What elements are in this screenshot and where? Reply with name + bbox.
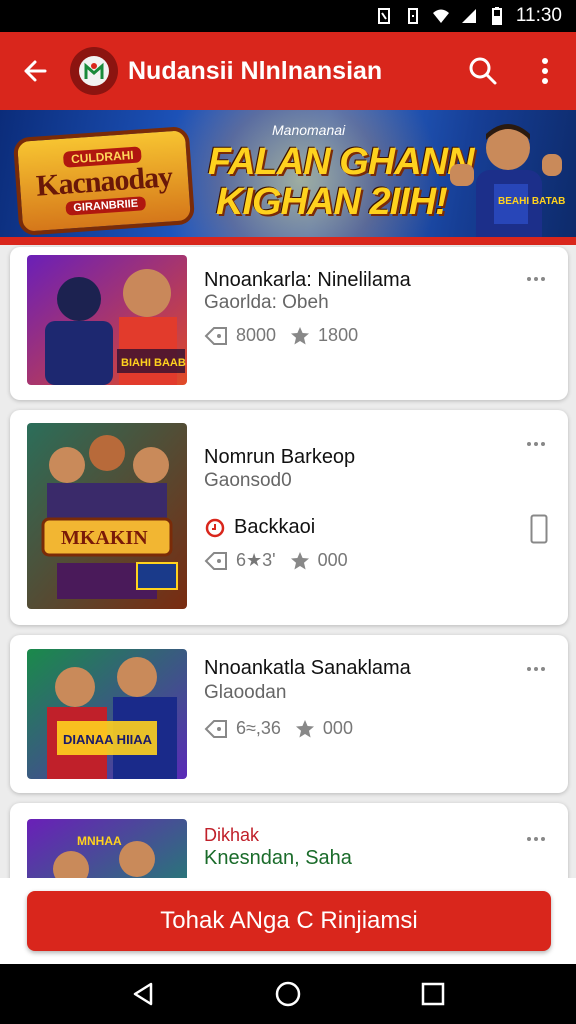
list-item[interactable]: MKAKIN Nomrun Barkeop Gaonsod0 Backkaoi … xyxy=(10,410,568,625)
star-icon xyxy=(290,551,309,569)
status-time: 11:30 xyxy=(515,5,562,26)
back-button[interactable] xyxy=(0,32,70,110)
item-more-button[interactable] xyxy=(524,659,548,679)
thumb-caption: MNHAA xyxy=(77,834,122,848)
game-thumbnail: MKAKIN xyxy=(27,423,187,609)
promo-banner[interactable]: CULDRAHI Kacnaoday GIRANBRIIE Manomanai … xyxy=(0,110,576,245)
item-stat-secondary: 000 xyxy=(322,718,353,738)
wifi-icon xyxy=(432,9,449,23)
banner-logo-main-text: Kacnaoday xyxy=(35,160,174,203)
item-title: Nnoankarla: Ninelilama xyxy=(204,269,411,291)
app-bar: Nudansii Nlnlnansian xyxy=(0,32,576,110)
thumb-caption: MKAKIN xyxy=(61,527,148,549)
item-more-button[interactable] xyxy=(524,434,548,454)
banner-player-badge: BEAHI BATAB xyxy=(498,196,565,207)
game-thumbnail: DIANAA HIIAA xyxy=(27,649,187,779)
nav-recents-icon[interactable] xyxy=(419,980,447,1008)
item-stat-primary: 8000 xyxy=(236,325,277,345)
primary-cta-button[interactable]: Tohak ANga C Rinjiamsi xyxy=(27,891,551,951)
item-link-label: Backkaoi xyxy=(234,516,316,538)
logo-emblem-icon xyxy=(84,62,104,79)
overflow-menu-button[interactable] xyxy=(514,32,576,110)
search-icon xyxy=(469,57,497,85)
nfc-icon xyxy=(377,8,390,24)
banner-headline: FALAN GHANN KIGHAN 2IIH! xyxy=(208,141,475,223)
item-meta: 8000 1800 xyxy=(204,325,358,346)
app-logo xyxy=(70,47,118,95)
system-nav-bar xyxy=(0,964,576,1024)
nav-home-icon[interactable] xyxy=(274,980,302,1008)
search-button[interactable] xyxy=(452,32,514,110)
banner-headline-line2: KIGHAN 2IIH! xyxy=(216,181,448,223)
item-stat-primary: 6★3' xyxy=(236,550,276,570)
vibrate-icon xyxy=(407,8,418,24)
game-thumbnail: BIAHI BAAB xyxy=(27,255,187,385)
item-title: Nnoankatla Sanaklama xyxy=(204,657,411,679)
tag-icon xyxy=(204,551,227,570)
list-item[interactable]: DIANAA HIIAA Nnoankatla Sanaklama Glaood… xyxy=(10,635,568,793)
item-meta: 6★3' 000 xyxy=(204,550,348,571)
banner-small-text: Manomanai xyxy=(272,122,346,138)
item-subtitle: Gaorlda: Obeh xyxy=(204,292,329,313)
item-stat-primary: 6≈,36 xyxy=(236,718,281,738)
item-stat-secondary: 1800 xyxy=(318,325,359,345)
item-subtitle: Knesndan, Saha xyxy=(204,847,352,869)
thumb-caption: BIAHI BAAB xyxy=(121,357,186,369)
app-title: Nudansii Nlnlnansian xyxy=(128,56,383,85)
star-icon xyxy=(295,719,314,737)
item-title: Nomrun Barkeop xyxy=(204,446,356,468)
device-icon[interactable] xyxy=(530,514,548,544)
item-meta: 6≈,36 000 xyxy=(204,718,353,739)
thumb-caption: DIANAA HIIAA xyxy=(63,732,153,747)
arrow-back-icon xyxy=(24,60,47,82)
item-subtitle: Glaoodan xyxy=(204,682,287,703)
app-logo-mark xyxy=(79,56,109,86)
list-item[interactable]: BIAHI BAAB Nnoankarla: Ninelilama Gaorld… xyxy=(10,247,568,400)
item-subtitle: Gaonsod0 xyxy=(204,470,292,491)
banner-headline-line1: FALAN GHANN xyxy=(208,141,475,183)
item-more-button[interactable] xyxy=(524,269,548,289)
banner-game-logo: CULDRAHI Kacnaoday GIRANBRIIE xyxy=(12,125,196,237)
refresh-icon xyxy=(205,518,225,537)
star-icon xyxy=(291,326,310,344)
more-vert-icon xyxy=(542,58,548,84)
item-link[interactable]: Backkaoi xyxy=(204,516,315,539)
battery-icon xyxy=(491,7,502,25)
tag-icon xyxy=(204,719,227,738)
status-bar: 11:30 xyxy=(0,0,576,32)
tag-icon xyxy=(204,326,227,345)
nav-back-icon[interactable] xyxy=(129,980,157,1008)
item-title: Dikhak xyxy=(204,825,260,845)
item-stat-secondary: 000 xyxy=(317,550,348,570)
banner-player-illustration: BEAHI BATAB xyxy=(450,124,565,245)
item-more-button[interactable] xyxy=(524,829,548,849)
signal-icon xyxy=(461,9,476,23)
